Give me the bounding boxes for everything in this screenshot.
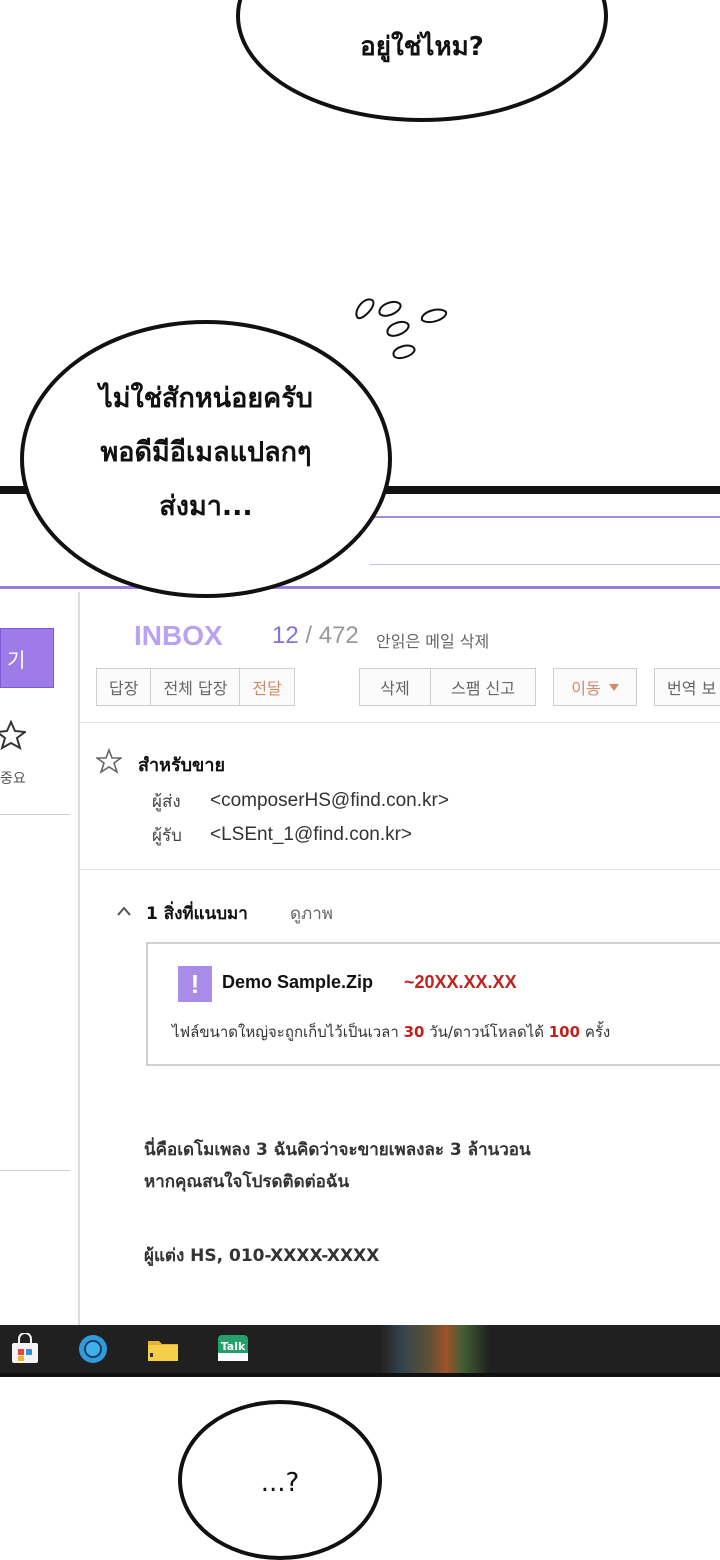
write-mail-button[interactable]: 기 [0,628,54,688]
squiggle-marks-icon [355,298,448,360]
body-line-2: หากคุณสนใจโปรดติดต่อฉัน [144,1172,350,1192]
panel-frame-bottom [0,1373,720,1377]
header-divider [0,586,720,589]
forward-button[interactable]: 전달 [239,668,295,706]
browser-icon[interactable] [76,1333,110,1365]
write-mail-label: 기 [7,647,26,672]
star-icon[interactable] [0,720,26,750]
reply-button[interactable]: 답장 [96,668,152,706]
mail-count: 12 / 472 [272,622,359,650]
sender-label: ผู้ส่ง [152,792,181,812]
bubble-middle-text: ไม่ใช่สักหน่อยครับ พอดีมีอีเมลแปลกๆ ส่งม… [99,372,313,534]
attachment-count: 1 สิ่งที่แนบมา [146,904,248,924]
sidebar-divider [0,814,70,815]
recipient-address[interactable]: <LSEnt_1@find.con.kr> [210,824,412,846]
recipient-label: ผู้รับ [152,826,182,846]
move-dropdown[interactable]: 이동 [553,668,637,706]
star-icon[interactable] [96,748,122,774]
taskbar-glare [380,1325,490,1373]
folder-icon[interactable] [146,1333,180,1365]
attachment-file-name[interactable]: Demo Sample.Zip [222,972,373,993]
translate-toolbar-group: 번역 보 [654,668,720,708]
bubble-top-text: อยู่ใช่ไหม? [360,32,484,62]
view-images-link[interactable]: ดูภาพ [290,900,333,927]
toolbar-divider [78,722,720,723]
sidebar-divider [0,1170,70,1171]
chevron-up-icon[interactable] [116,904,132,918]
delete-unread-link[interactable]: 안읽은 메일 삭제 [376,628,489,652]
search-bar-underline [370,564,720,565]
delete-button[interactable]: 삭제 [359,668,431,706]
attachment-card[interactable]: ! Demo Sample.Zip ~20XX.XX.XX ไฟล์ขนาดให… [146,942,720,1066]
speech-bubble-bottom: ...? [178,1400,382,1560]
talk-icon[interactable]: Talk [216,1333,250,1365]
count-separator: / [305,622,313,649]
message-subject: สำหรับขาย [138,755,226,776]
delete-toolbar-group: 삭제 스팸 신고 [359,668,536,708]
bubble-bottom-text: ...? [260,1468,300,1498]
spam-report-button[interactable]: 스팸 신고 [430,668,536,706]
sender-address[interactable]: <composerHS@find.con.kr> [210,790,449,812]
reply-toolbar-group: 답장 전체 답장 전달 [96,668,295,708]
important-label[interactable]: 중요 [0,768,26,788]
attachment-note: ไฟล์ขนาดใหญ่จะถูกเก็บไว้เป็นเวลา 30 วัน/… [172,1020,610,1044]
translate-button[interactable]: 번역 보 [654,668,720,706]
reply-all-button[interactable]: 전체 답장 [150,668,241,706]
total-count: 472 [318,622,359,649]
bubble-middle-line-1: ไม่ใช่สักหน่อยครับ [99,383,313,414]
body-signature: ผู้แต่ง HS, 010-XXXX-XXXX [144,1246,380,1266]
speech-bubble-top: อยู่ใช่ไหม? [236,0,608,122]
unread-count: 12 [272,622,299,649]
store-icon[interactable] [8,1333,42,1365]
body-line-1: นี่คือเดโมเพลง 3 ฉันคิดว่าจะขายเพลงละ 3 … [144,1140,531,1160]
speech-bubble-middle: ไม่ใช่สักหน่อยครับ พอดีมีอีเมลแปลกๆ ส่งม… [20,320,392,598]
bubble-middle-line-2: พอดีมีอีเมลแปลกๆ [100,437,312,468]
bubble-middle-line-3: ส่งมา... [159,491,253,522]
mail-panel: 기 중요 INBOX 12 / 472 안읽은 메일 삭제 답장 전체 답장 전… [0,486,720,1376]
talk-icon-label: Talk [221,1340,246,1353]
move-toolbar-group: 이동 [553,668,637,708]
note-downloads: 100 [548,1023,581,1041]
mail-sidebar: 기 중요 [0,592,80,1325]
chevron-down-icon [608,683,619,691]
note-prefix: ไฟล์ขนาดใหญ่จะถูกเก็บไว้เป็นเวลา [172,1023,399,1041]
note-days: 30 [403,1023,425,1041]
taskbar: Talk [0,1325,720,1373]
zip-file-icon: ! [178,966,212,1002]
move-label: 이동 [571,679,601,698]
header-body-divider [78,869,720,870]
search-bar-line[interactable] [370,516,720,518]
note-middle: วัน/ดาวน์โหลดได้ [429,1023,544,1041]
attachment-expiry-date: ~20XX.XX.XX [404,972,517,992]
note-suffix: ครั้ง [584,1023,611,1041]
folder-title: INBOX [134,620,223,651]
